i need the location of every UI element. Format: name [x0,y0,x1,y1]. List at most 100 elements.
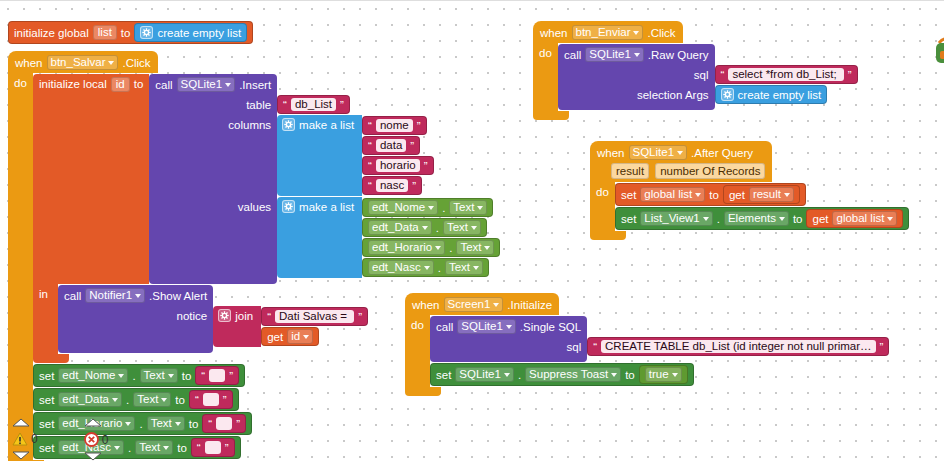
dropdown[interactable]: SQLite1 [455,367,514,382]
join-block[interactable]: join“Dati Salvas = ”getid [213,306,368,347]
get-property-block[interactable]: edt_Horario.Text [362,238,500,257]
get-property-block[interactable]: edt_Nome.Text [362,198,493,217]
dropdown[interactable]: SQLite1 [585,47,644,62]
text-block[interactable]: “horario” [362,156,434,175]
variable-name-field[interactable]: list [93,25,117,40]
text-block[interactable]: “select *from db_List; ” [715,65,858,84]
event-header[interactable]: whenSQLite1.After Queryresultnumber Of R… [590,141,772,182]
set-property-block[interactable]: setList_View1.Elementstogetglobal list [615,207,909,230]
event-block[interactable]: whenSQLite1.After Queryresultnumber Of R… [590,141,909,240]
get-variable-block[interactable]: getid [261,327,319,346]
previous-arrow-icon[interactable] [12,418,30,427]
text-field[interactable]: db_List [291,98,336,111]
dropdown[interactable]: Text [445,260,483,275]
next-arrow-icon[interactable] [12,451,30,460]
backpack-icon[interactable] [933,35,944,65]
gear-icon[interactable] [218,309,231,322]
block-group[interactable]: whenSQLite1.After Queryresultnumber Of R… [590,141,909,240]
dropdown[interactable]: Text [133,392,171,407]
text-block[interactable]: “Dati Salvas = ” [261,307,368,326]
initialize-global-block[interactable]: initialize globallisttocreate empty list [8,21,253,44]
text-block[interactable]: “” [195,366,239,385]
method-call-block[interactable]: callSQLite1.Raw Querysql“select *from db… [558,44,858,110]
dropdown[interactable]: Suppress Toast [525,367,621,382]
gear-icon[interactable] [282,200,295,213]
empty-list-block[interactable]: create empty list [715,85,828,104]
get-variable-block[interactable]: getglobal list [806,209,903,228]
errors-count-row[interactable]: 0 [84,432,109,447]
event-block[interactable]: whenbtn_Enviar.ClickdocallSQLite1.Raw Qu… [533,21,858,120]
text-field[interactable]: nasc [376,179,408,192]
dropdown[interactable]: edt_Nome [58,368,128,383]
text-block[interactable]: “nome” [362,116,426,135]
text-field[interactable] [216,417,232,430]
text-field[interactable]: nome [376,119,413,132]
event-block[interactable]: whenScreen1.InitializedocallSQLite1.Sing… [405,293,889,396]
get-property-block[interactable]: edt_Nasc.Text [362,258,489,277]
gear-icon[interactable] [721,88,734,101]
text-block[interactable]: “” [202,414,246,433]
set-property-block[interactable]: setSQLite1.Suppress Toasttotrue [430,363,694,386]
method-call-block[interactable]: callNotifier1.Show Alertnoticejoin“Dati … [58,285,368,353]
block-group[interactable]: whenbtn_Salvar.Clickdoinitialize localid… [8,51,500,461]
text-block[interactable]: “” [189,390,233,409]
set-variable-block[interactable]: setglobal listtogetresult [615,183,806,206]
dropdown[interactable]: global list [832,211,897,226]
get-property-block[interactable]: edt_Data.Text [362,218,487,237]
boolean-block[interactable]: true [639,365,688,384]
dropdown[interactable]: result [749,187,794,202]
dropdown[interactable]: edt_Data [58,392,122,407]
text-field[interactable] [203,393,219,406]
text-field[interactable] [209,369,225,382]
dropdown[interactable]: edt_Data [368,220,432,235]
event-block[interactable]: whenbtn_Salvar.Clickdoinitialize localid… [8,51,500,461]
text-block[interactable]: “db_List” [277,95,350,114]
block-group[interactable]: initialize globallisttocreate empty list [8,21,253,44]
block-group[interactable]: whenScreen1.InitializedocallSQLite1.Sing… [405,293,889,396]
method-call-block[interactable]: callSQLite1.Inserttable“db_List”columnsm… [149,74,500,284]
get-variable-block[interactable]: getresult [723,185,800,204]
set-property-block[interactable]: setedt_Nome.Textto“” [33,364,245,387]
block-group[interactable]: whenbtn_Enviar.ClickdocallSQLite1.Raw Qu… [533,21,858,120]
dropdown[interactable]: Screen1 [444,297,504,312]
dropdown[interactable]: List_View1 [640,211,712,226]
make-list-block[interactable]: make a listedt_Nome.Textedt_Data.Textedt… [277,197,500,278]
dropdown[interactable]: Notifier1 [85,288,145,303]
dropdown[interactable]: Text [456,240,494,255]
text-field[interactable]: CREATE TABLE db_List (id integer not nul… [601,340,876,353]
dropdown[interactable]: id [287,329,313,344]
method-call-block[interactable]: callSQLite1.Single SQLsql“CREATE TABLE d… [430,316,889,362]
dropdown[interactable]: Text [135,440,173,455]
gear-icon[interactable] [140,26,153,39]
text-field[interactable]: horario [376,159,420,172]
set-property-block[interactable]: setedt_Data.Textto“” [33,388,239,411]
gear-icon[interactable] [282,118,295,131]
dropdown[interactable]: Text [449,200,487,215]
text-block[interactable]: “CREATE TABLE db_List (id integer not nu… [587,337,889,356]
dropdown[interactable]: Text [147,416,185,431]
text-block[interactable]: “” [191,438,235,457]
previous-arrow-icon[interactable] [84,418,102,427]
event-param[interactable]: result [611,163,649,179]
dropdown[interactable]: true [645,367,682,382]
text-block[interactable]: “nasc” [362,176,422,195]
set-property-block[interactable]: setedt_Horario.Textto“” [33,412,252,435]
next-arrow-icon[interactable] [84,452,102,461]
dropdown[interactable]: btn_Enviar [572,25,644,40]
warnings-count-row[interactable]: 0 [12,432,38,446]
dropdown[interactable]: Text [443,220,481,235]
dropdown[interactable]: edt_Horario [368,240,445,255]
dropdown[interactable]: global list [640,187,705,202]
make-list-block[interactable]: make a list“nome”“data”“horario”“nasc” [277,115,433,196]
text-block[interactable]: “data” [362,136,420,155]
dropdown[interactable]: SQLite1 [457,319,516,334]
variable-name-field[interactable]: id [111,77,130,92]
dropdown[interactable]: Elements [724,211,789,226]
dropdown[interactable]: SQLite1 [629,145,688,160]
text-field[interactable]: data [376,139,406,152]
text-field[interactable]: Dati Salvas = [275,310,354,323]
event-header[interactable]: whenScreen1.Initialize [405,293,559,315]
dropdown[interactable]: edt_Nasc [368,260,434,275]
event-header[interactable]: whenbtn_Salvar.Click [8,51,158,73]
event-header[interactable]: whenbtn_Enviar.Click [533,21,683,43]
